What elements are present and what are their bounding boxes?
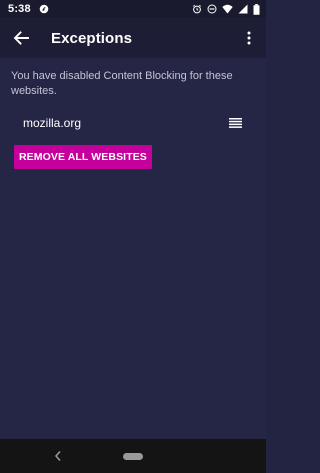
app-toolbar: Exceptions <box>0 18 266 58</box>
wifi-icon <box>222 4 233 14</box>
signal-icon <box>238 4 248 14</box>
vertical-dots-icon[interactable] <box>240 27 258 49</box>
status-bar: 5:38 <box>0 0 266 18</box>
description-text: You have disabled Content Blocking for t… <box>11 70 233 97</box>
battery-icon <box>253 3 260 15</box>
alarm-icon <box>192 4 202 14</box>
chevron-left-icon[interactable] <box>54 449 62 467</box>
page-title: Exceptions <box>51 29 133 47</box>
status-icons <box>192 3 260 15</box>
exceptions-content: You have disabled Content Blocking for t… <box>0 58 266 439</box>
reorder-icon[interactable] <box>229 118 242 128</box>
site-name: mozilla.org <box>23 116 82 130</box>
app-notification-icon <box>39 4 49 14</box>
do-not-disturb-icon <box>207 4 217 14</box>
arrow-left-icon[interactable] <box>10 27 32 49</box>
status-time: 5:38 <box>8 3 31 15</box>
system-navigation-bar <box>0 439 266 473</box>
remove-all-websites-button[interactable]: REMOVE ALL WEBSITES <box>14 145 152 169</box>
site-list-item[interactable]: mozilla.org <box>0 112 266 134</box>
home-pill-icon[interactable] <box>123 452 143 460</box>
